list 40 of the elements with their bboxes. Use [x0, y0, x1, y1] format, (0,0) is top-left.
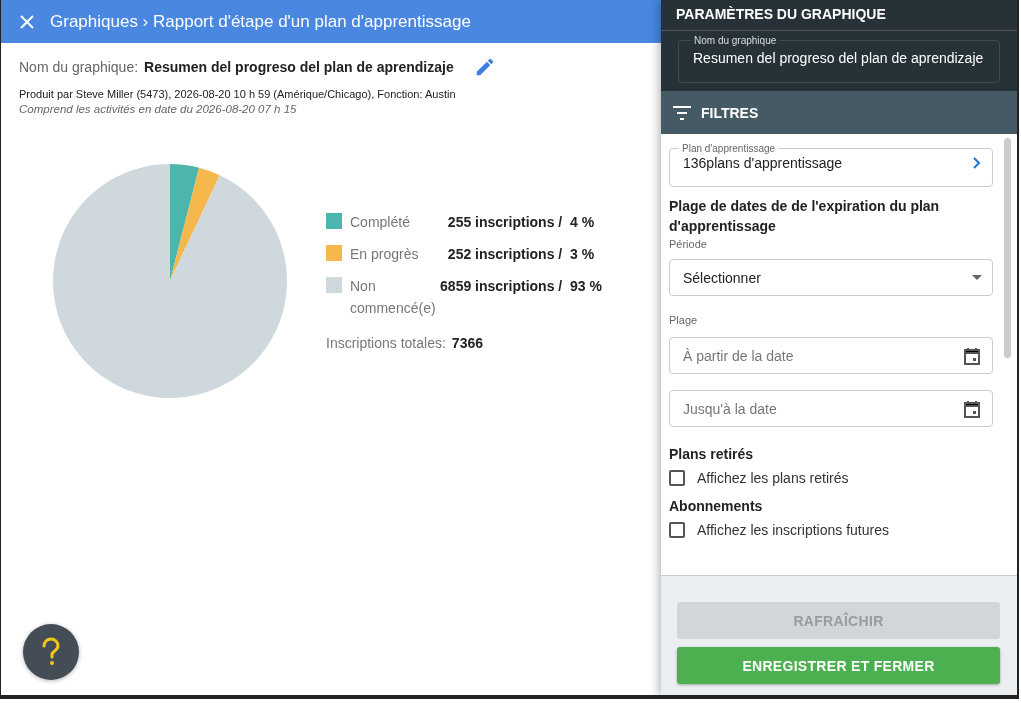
total-label: Inscriptions totales: [326, 335, 446, 351]
period-dropdown[interactable]: Sélectionner [669, 259, 993, 296]
plan-selector[interactable]: Plan d'apprentissage 136plans d'apprentissage [669, 143, 993, 187]
calendar-icon [962, 345, 982, 366]
dropdown-arrow-icon [972, 275, 982, 280]
legend-label: Complété [349, 213, 411, 232]
checkbox-label: Affichez les inscriptions futures [697, 522, 889, 538]
save-close-button[interactable]: ENREGISTRER ET FERMER [677, 647, 1000, 684]
filter-icon [673, 105, 691, 120]
chart-name: Resumen del progreso del plan de aprendizaje [144, 59, 454, 75]
checkbox[interactable] [669, 470, 685, 486]
breadcrumb-title: Graphiques › Rapport d'étape d'un plan d'apprentissage [50, 11, 471, 32]
scrollbar-thumb[interactable] [1004, 138, 1011, 358]
to-date-field[interactable]: Jusqu'à la date [669, 390, 993, 427]
period-label: Période [669, 238, 708, 250]
date-range-heading: Plage de dates de de l'expiration du plan d'apprentissage [669, 197, 941, 236]
range-label: Plage [669, 314, 699, 326]
panel-title: PARAMÈTRES DU GRAPHIQUE [661, 6, 1017, 31]
legend-value: 6859 inscriptions / 93 % [439, 277, 603, 296]
chevron-right-icon [972, 156, 982, 170]
question-icon [41, 637, 61, 667]
produced-by-text: Produit par Steve Miller (5473), 2026-08-20 10 h 59 (Amérique/Chicago), Fonction: Austin [19, 88, 457, 100]
legend-value: 255 inscriptions / 4 % [446, 213, 596, 232]
filters-title: FILTRES [701, 104, 759, 121]
from-date-field[interactable]: À partir de la date [669, 337, 993, 374]
close-button[interactable] [18, 12, 36, 31]
total-value: 7366 [451, 335, 483, 351]
close-icon [18, 12, 36, 31]
legend-label: Non commencé(e) [349, 277, 437, 318]
legend-label: En progrès [349, 245, 420, 264]
legend-value: 252 inscriptions / 3 % [446, 245, 596, 264]
includes-date-text: Comprend les activités en date du 2026-08-20 07 h 15 [19, 103, 298, 115]
section-heading: Plans retirés [669, 445, 755, 464]
chart-name-field[interactable]: Nom du graphique Resumen del progreso del plan de aprendizaje [678, 35, 1000, 83]
checkbox[interactable] [669, 522, 685, 538]
calendar-icon [962, 398, 982, 419]
checkbox-label: Affichez les plans retirés [697, 470, 849, 486]
section-heading: Abonnements [669, 497, 764, 516]
help-button[interactable] [23, 624, 79, 680]
chart-name-label: Nom du graphique: [19, 59, 139, 75]
